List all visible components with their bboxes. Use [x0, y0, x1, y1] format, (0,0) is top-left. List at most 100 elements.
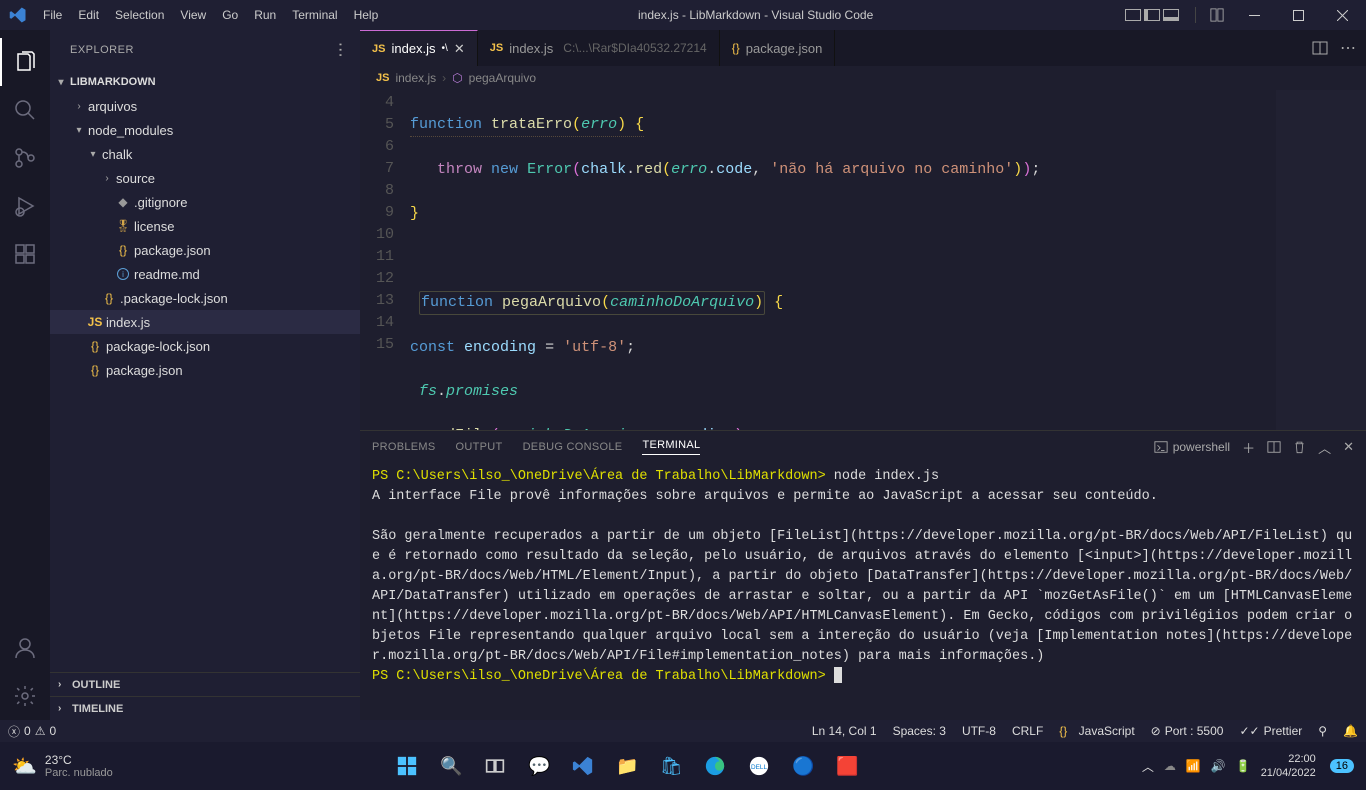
menu-go[interactable]: Go [214, 8, 246, 22]
activity-extensions-icon[interactable] [0, 230, 50, 278]
kill-terminal-icon[interactable] [1293, 440, 1306, 454]
panel-tab-output[interactable]: OUTPUT [456, 441, 503, 453]
menu-terminal[interactable]: Terminal [284, 8, 345, 22]
tab-index-js-temp[interactable]: JS index.js C:\...\Rar$DIa40532.27214 [478, 30, 720, 66]
code-editor[interactable]: 456789101112131415 function trataErro(er… [360, 90, 1366, 430]
breadcrumb[interactable]: JS index.js › ⬡ pegaArquivo [360, 66, 1366, 90]
windows-taskbar: ⛅ 23°C Parc. nublado 🔍 💬 📁 🛍 DELL 🔵 🟥 ︿ … [0, 742, 1366, 790]
menu-edit[interactable]: Edit [70, 8, 107, 22]
layout-controls[interactable] [1125, 9, 1187, 21]
tab-package-json[interactable]: {} package.json [720, 30, 836, 66]
status-port[interactable]: ⊘Port : 5500 [1143, 724, 1232, 738]
taskbar-widgets-icon[interactable]: 💬 [519, 746, 559, 786]
status-errors[interactable]: ⓧ0⚠0 [0, 723, 64, 740]
tree-folder-node-modules[interactable]: ▾node_modules [50, 118, 360, 142]
menu-run[interactable]: Run [246, 8, 284, 22]
code-content[interactable]: function trataErro(erro) { throw new Err… [410, 90, 1366, 430]
status-eol[interactable]: CRLF [1004, 724, 1051, 738]
taskbar-vscode-icon[interactable] [563, 746, 603, 786]
tree-file-package-json[interactable]: {}package.json [50, 238, 360, 262]
tray-overflow-icon[interactable]: ︿ [1142, 758, 1154, 775]
taskbar-weather[interactable]: ⛅ 23°C Parc. nublado [0, 753, 113, 779]
activity-settings-icon[interactable] [0, 672, 50, 720]
tab-index-js[interactable]: JS index.js •\ ✕ [360, 30, 478, 66]
tray-wifi-icon[interactable]: 📶 [1186, 759, 1201, 773]
tray-battery-icon[interactable]: 🔋 [1236, 759, 1251, 773]
panel-tab-problems[interactable]: PROBLEMS [372, 441, 436, 453]
status-feedback-icon[interactable]: ⚲ [1310, 724, 1335, 738]
taskbar-start-icon[interactable] [387, 746, 427, 786]
taskbar-app2-icon[interactable]: 🟥 [827, 746, 867, 786]
split-terminal-icon[interactable] [1267, 440, 1281, 454]
terminal-shell-selector[interactable]: powershell [1154, 440, 1230, 454]
split-editor-icon[interactable] [1312, 40, 1328, 56]
panel-tab-debug-console[interactable]: DEBUG CONSOLE [523, 441, 623, 453]
layout-customize-icon[interactable] [1204, 8, 1230, 22]
sidebar-section-timeline[interactable]: ›TIMELINE [50, 696, 360, 720]
tree-file-gitignore[interactable]: ◆.gitignore [50, 190, 360, 214]
new-terminal-icon[interactable]: ＋ [1242, 438, 1255, 457]
svg-text:DELL: DELL [751, 764, 767, 771]
tray-volume-icon[interactable]: 🔊 [1211, 759, 1226, 773]
tree-file-package-json-root[interactable]: {}package.json [50, 358, 360, 382]
tree-folder-arquivos[interactable]: ›arquivos [50, 94, 360, 118]
tab-label: package.json [746, 41, 823, 56]
taskbar-search-icon[interactable]: 🔍 [431, 746, 471, 786]
menu-file[interactable]: File [35, 8, 70, 22]
tree-folder-source[interactable]: ›source [50, 166, 360, 190]
sidebar-section-outline[interactable]: ›OUTLINE [50, 672, 360, 696]
close-icon[interactable]: ✕ [454, 41, 465, 57]
panel-tab-terminal[interactable]: TERMINAL [642, 439, 700, 455]
activity-explorer-icon[interactable] [0, 38, 50, 86]
terminal-prompt: PS C:\Users\ilso_\OneDrive\Área de Traba… [372, 469, 826, 484]
activity-bar [0, 30, 50, 720]
more-icon[interactable]: ⋯ [1340, 38, 1356, 58]
info-icon: i [114, 268, 132, 280]
method-icon: ⬡ [452, 71, 462, 85]
close-button[interactable] [1322, 0, 1362, 30]
status-encoding[interactable]: UTF-8 [954, 724, 1004, 738]
menu-selection[interactable]: Selection [107, 8, 172, 22]
taskbar-app-icon[interactable]: 🔵 [783, 746, 823, 786]
minimap[interactable] [1276, 90, 1366, 430]
taskbar-store-icon[interactable]: 🛍 [651, 746, 691, 786]
sidebar-more-icon[interactable]: ⋯ [330, 42, 350, 59]
json-icon: {} [86, 363, 104, 377]
activity-run-debug-icon[interactable] [0, 182, 50, 230]
tab-label: index.js [509, 41, 553, 56]
editor-tabs: JS index.js •\ ✕ JS index.js C:\...\Rar$… [360, 30, 1366, 66]
taskbar-dell-icon[interactable]: DELL [739, 746, 779, 786]
tree-file-license[interactable]: 🎖license [50, 214, 360, 238]
maximize-button[interactable] [1278, 0, 1318, 30]
status-prettier[interactable]: ✓✓Prettier [1231, 724, 1310, 738]
tree-root[interactable]: ▾LIBMARKDOWN [50, 70, 360, 94]
menu-view[interactable]: View [172, 8, 214, 22]
tray-notifications-icon[interactable]: 16 [1330, 759, 1354, 773]
tray-onedrive-icon[interactable]: ☁ [1164, 759, 1176, 773]
taskbar-explorer-icon[interactable]: 📁 [607, 746, 647, 786]
json-icon: {} [114, 243, 132, 257]
activity-search-icon[interactable] [0, 86, 50, 134]
tree-file-package-lock-json[interactable]: {}package-lock.json [50, 334, 360, 358]
sidebar-title: EXPLORER [70, 44, 134, 56]
minimize-button[interactable] [1234, 0, 1274, 30]
tree-file-readme[interactable]: ireadme.md [50, 262, 360, 286]
maximize-panel-icon[interactable]: ︿ [1318, 438, 1331, 457]
json-icon: {} [100, 291, 118, 305]
status-bell-icon[interactable]: 🔔 [1335, 724, 1366, 738]
status-linecol[interactable]: Ln 14, Col 1 [804, 724, 885, 738]
tree-file-index-js[interactable]: JSindex.js [50, 310, 360, 334]
taskbar-edge-icon[interactable] [695, 746, 735, 786]
close-panel-icon[interactable]: ✕ [1343, 439, 1354, 455]
status-spaces[interactable]: Spaces: 3 [885, 724, 954, 738]
tree-folder-chalk[interactable]: ▾chalk [50, 142, 360, 166]
activity-source-control-icon[interactable] [0, 134, 50, 182]
terminal-content[interactable]: PS C:\Users\ilso_\OneDrive\Área de Traba… [360, 463, 1366, 720]
menu-help[interactable]: Help [346, 8, 387, 22]
terminal-prompt: PS C:\Users\ilso_\OneDrive\Área de Traba… [372, 669, 826, 684]
taskbar-taskview-icon[interactable] [475, 746, 515, 786]
tree-file-package-lock[interactable]: {}.package-lock.json [50, 286, 360, 310]
activity-account-icon[interactable] [0, 624, 50, 672]
status-language[interactable]: {} JavaScript [1051, 724, 1142, 738]
taskbar-clock[interactable]: 22:00 21/04/2022 [1261, 752, 1320, 780]
